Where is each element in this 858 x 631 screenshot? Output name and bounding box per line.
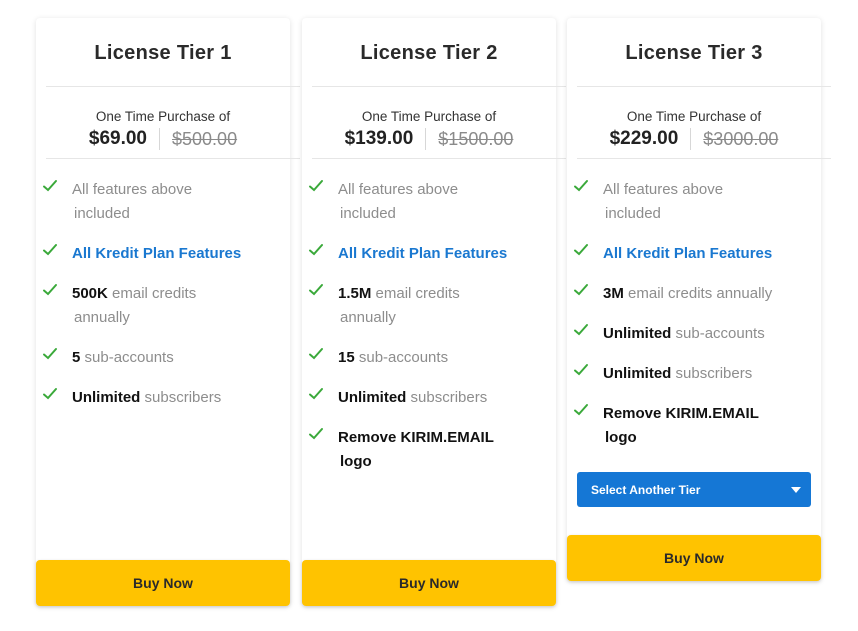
feature-text: email credits <box>107 285 197 302</box>
check-icon <box>309 284 323 296</box>
divider <box>46 158 300 159</box>
feature-text-cont: included <box>74 205 130 222</box>
price-row: $69.00 $500.00 <box>36 128 290 150</box>
tier-title: License Tier 3 <box>625 42 763 64</box>
feature-text-cont: logo <box>340 453 372 470</box>
current-price: $69.00 <box>88 128 148 149</box>
feature-value: 1.5M <box>338 285 372 302</box>
current-price: $139.00 <box>344 128 414 149</box>
feature-text-cont: logo <box>605 429 637 446</box>
price-row: $229.00 $3000.00 <box>567 128 821 150</box>
price-row: $139.00 $1500.00 <box>302 128 556 150</box>
feature-link[interactable]: All Kredit Plan Features <box>338 242 546 266</box>
select-label: Select Another Tier <box>591 482 701 497</box>
divider <box>577 86 831 87</box>
divider <box>312 158 566 159</box>
check-icon <box>309 428 323 440</box>
pricing-card-tier-1: License Tier 1 One Time Purchase of $69.… <box>36 18 300 606</box>
original-price: $3000.00 <box>703 128 779 149</box>
feature-text: subscribers <box>406 389 488 406</box>
price-separator <box>159 128 161 150</box>
feature-value: Unlimited <box>338 389 407 406</box>
divider <box>577 158 831 159</box>
divider <box>46 86 300 87</box>
caret-down-icon <box>791 487 801 493</box>
feature-text: sub-accounts <box>671 325 765 342</box>
feature-text: All features above <box>338 181 459 198</box>
check-icon <box>43 348 57 360</box>
feature-text: email credits <box>371 285 460 302</box>
check-icon <box>309 388 323 400</box>
check-icon <box>309 244 323 256</box>
feature-value: 3M <box>603 285 624 302</box>
purchase-subtitle: One Time Purchase of <box>361 109 497 124</box>
feature-text-cont: annually <box>340 309 396 326</box>
check-icon <box>43 284 57 296</box>
check-icon <box>309 180 323 192</box>
buy-now-button[interactable]: Buy Now <box>302 560 556 606</box>
price-separator <box>425 128 427 150</box>
feature-text: email credits annually <box>623 285 773 302</box>
feature-value: 15 <box>338 349 355 366</box>
feature-text: subscribers <box>671 365 753 382</box>
check-icon <box>43 180 57 192</box>
check-icon <box>574 324 588 336</box>
check-icon <box>574 404 588 416</box>
tier-title: License Tier 2 <box>360 42 498 64</box>
original-price: $500.00 <box>172 128 238 149</box>
pricing-card-tier-2: License Tier 2 One Time Purchase of $139… <box>302 18 566 606</box>
feature-text: All features above <box>72 181 193 198</box>
feature-value: 500K <box>72 285 108 302</box>
check-icon <box>43 244 57 256</box>
check-icon <box>574 244 588 256</box>
feature-value: Unlimited <box>72 389 141 406</box>
buy-now-button[interactable]: Buy Now <box>36 560 290 606</box>
feature-text-cont: included <box>605 205 661 222</box>
feature-value: Remove KIRIM.EMAIL <box>338 429 494 446</box>
feature-text: subscribers <box>140 389 222 406</box>
feature-link[interactable]: All Kredit Plan Features <box>72 242 280 266</box>
purchase-subtitle: One Time Purchase of <box>95 109 231 124</box>
check-icon <box>574 364 588 376</box>
feature-value: Unlimited <box>603 365 672 382</box>
feature-value: Remove KIRIM.EMAIL <box>603 405 759 422</box>
buy-now-button[interactable]: Buy Now <box>567 535 821 581</box>
check-icon <box>309 348 323 360</box>
feature-link[interactable]: All Kredit Plan Features <box>603 242 811 266</box>
feature-text: All features above <box>603 181 724 198</box>
feature-text-cont: annually <box>74 309 130 326</box>
current-price: $229.00 <box>609 128 679 149</box>
feature-text: sub-accounts <box>80 349 174 366</box>
select-another-tier-dropdown[interactable]: Select Another Tier <box>577 472 811 507</box>
check-icon <box>574 284 588 296</box>
feature-text: sub-accounts <box>354 349 449 366</box>
tier-title: License Tier 1 <box>94 42 232 64</box>
pricing-card-tier-3: License Tier 3 One Time Purchase of $229… <box>567 18 831 581</box>
divider <box>312 86 566 87</box>
feature-text-cont: included <box>340 205 396 222</box>
purchase-subtitle: One Time Purchase of <box>626 109 762 124</box>
check-icon <box>43 388 57 400</box>
check-icon <box>574 180 588 192</box>
feature-value: Unlimited <box>603 325 672 342</box>
original-price: $1500.00 <box>438 128 514 149</box>
price-separator <box>690 128 692 150</box>
